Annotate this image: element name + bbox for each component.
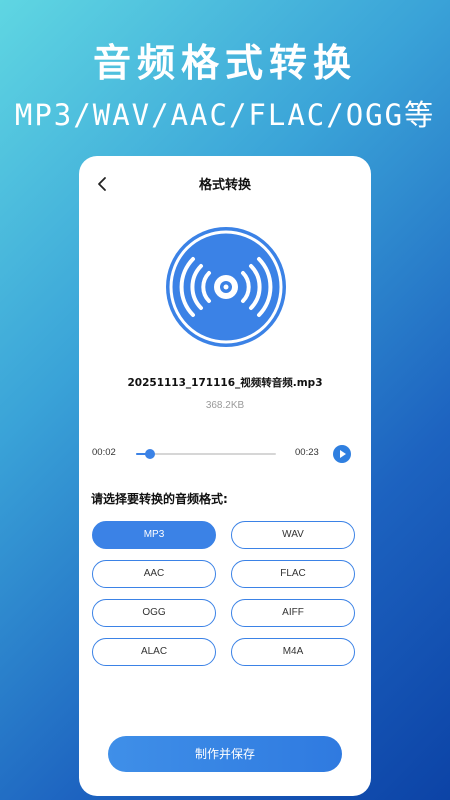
promo-background: 音频格式转换 MP3/WAV/AAC/FLAC/OGG等 格式转换 202511… xyxy=(0,0,450,800)
format-option[interactable]: FLAC xyxy=(231,560,355,588)
format-option[interactable]: ALAC xyxy=(92,638,216,666)
format-option[interactable]: OGG xyxy=(92,599,216,627)
current-time: 00:02 xyxy=(92,447,116,458)
vinyl-disc-icon xyxy=(165,226,287,348)
format-option[interactable]: M4A xyxy=(231,638,355,666)
top-bar: 格式转换 xyxy=(79,170,371,198)
format-option[interactable]: MP3 xyxy=(92,521,216,549)
promo-subline: MP3/WAV/AAC/FLAC/OGG等 xyxy=(14,98,436,132)
phone-screen: 格式转换 20251113_171116_视频转音频.mp3 368.2KB 0… xyxy=(79,156,371,796)
format-prompt: 请选择要转换的音频格式: xyxy=(91,492,228,506)
format-option[interactable]: WAV xyxy=(231,521,355,549)
progress-slider[interactable] xyxy=(136,449,276,459)
play-icon xyxy=(340,450,346,458)
progress-thumb[interactable] xyxy=(145,449,155,459)
file-size: 368.2KB xyxy=(205,400,245,411)
audio-player: 00:02 00:23 xyxy=(79,444,371,464)
page-title: 格式转换 xyxy=(198,178,251,193)
format-option[interactable]: AIFF xyxy=(231,599,355,627)
total-time: 00:23 xyxy=(295,447,319,458)
file-name: 20251113_171116_视频转音频.mp3 xyxy=(127,377,323,389)
play-button[interactable] xyxy=(333,445,351,463)
save-button[interactable]: 制作并保存 xyxy=(108,736,342,772)
format-option[interactable]: AAC xyxy=(92,560,216,588)
promo-headline: 音频格式转换 xyxy=(92,41,357,85)
